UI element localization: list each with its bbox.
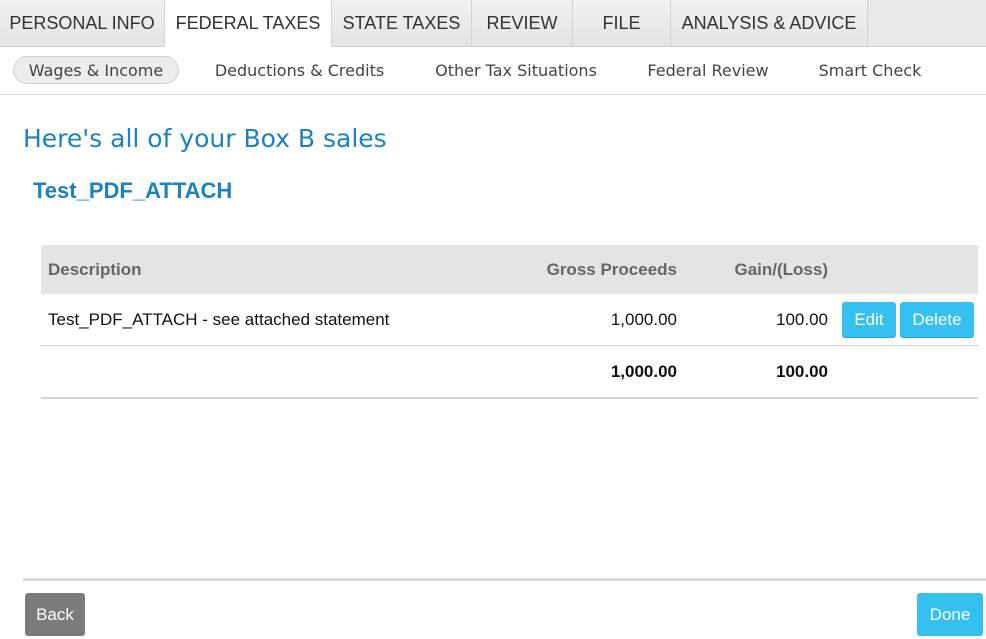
subtab-other-tax-situations[interactable]: Other Tax Situations	[426, 56, 606, 84]
page-title: Here's all of your Box B sales	[23, 124, 387, 153]
table-header: Description Gross Proceeds Gain/(Loss)	[41, 245, 978, 294]
sub-nav-tabs: Wages & Income Deductions & Credits Othe…	[0, 47, 986, 95]
box-b-sales-table: Description Gross Proceeds Gain/(Loss) T…	[41, 245, 978, 399]
row-gain-loss: 100.00	[776, 310, 828, 329]
table-row: Test_PDF_ATTACH - see attached statement…	[41, 294, 978, 346]
page-subtitle: Test_PDF_ATTACH	[33, 178, 233, 203]
subtab-wages-income[interactable]: Wages & Income	[13, 56, 179, 84]
total-gain-loss: 100.00	[776, 362, 828, 381]
top-nav-tabs: PERSONAL INFO FEDERAL TAXES STATE TAXES …	[0, 0, 986, 47]
tab-federal-taxes[interactable]: FEDERAL TAXES	[165, 0, 332, 47]
row-gross-proceeds: 1,000.00	[610, 310, 677, 329]
tab-analysis-advice[interactable]: ANALYSIS & ADVICE	[671, 0, 868, 46]
subtab-smart-check[interactable]: Smart Check	[810, 56, 930, 84]
footer-divider	[23, 578, 986, 581]
tab-review[interactable]: REVIEW	[472, 0, 573, 46]
delete-button[interactable]: Delete	[900, 302, 974, 337]
tab-personal-info[interactable]: PERSONAL INFO	[0, 0, 165, 46]
header-gross-proceeds: Gross Proceeds	[546, 260, 677, 279]
header-gain-loss: Gain/(Loss)	[734, 260, 828, 279]
back-button[interactable]: Back	[25, 593, 85, 636]
tab-file[interactable]: FILE	[573, 0, 671, 46]
subtab-deductions-credits[interactable]: Deductions & Credits	[206, 56, 393, 84]
row-description: Test_PDF_ATTACH - see attached statement	[48, 310, 390, 329]
tab-state-taxes[interactable]: STATE TAXES	[332, 0, 472, 46]
totals-row: 1,000.00 100.00	[41, 346, 978, 399]
subtab-federal-review[interactable]: Federal Review	[638, 56, 778, 84]
total-gross-proceeds: 1,000.00	[610, 362, 677, 381]
done-button[interactable]: Done	[917, 593, 983, 636]
edit-button[interactable]: Edit	[842, 302, 896, 337]
header-description: Description	[48, 260, 142, 279]
